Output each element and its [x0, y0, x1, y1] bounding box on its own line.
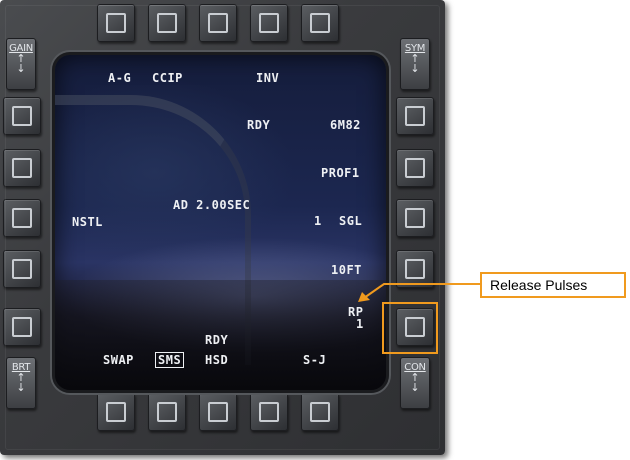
weapon-gm82-label: 6M82	[330, 118, 361, 132]
osb-13-button[interactable]	[199, 393, 237, 431]
prof1-label: PROF1	[321, 166, 360, 180]
osb-2-button[interactable]	[148, 4, 186, 42]
osb-18-button[interactable]	[3, 199, 41, 237]
arrow-down-icon: ↓	[410, 62, 420, 75]
callout-text: Release Pulses	[490, 277, 588, 293]
con-rocker[interactable]: CON ↑ ↓	[400, 357, 430, 409]
osb-11-button[interactable]	[301, 393, 339, 431]
osb-highlight-box	[382, 302, 438, 354]
selective-jettison-label: S-J	[303, 353, 327, 367]
osb-17-button[interactable]	[3, 250, 41, 288]
release-pulses-value: 1	[356, 317, 364, 331]
nstl-label: NSTL	[72, 215, 103, 229]
osb-19-button[interactable]	[3, 149, 41, 187]
sms-page-label: SMS	[155, 352, 185, 368]
sgl-quantity-label: 1	[314, 214, 322, 228]
osb-20-button[interactable]	[3, 97, 41, 135]
callout-leader-arrow	[358, 283, 482, 302]
osb-4-button[interactable]	[250, 4, 288, 42]
osb-3-button[interactable]	[199, 4, 237, 42]
osb-15-button[interactable]	[97, 393, 135, 431]
rdy-bottom-label: RDY	[205, 333, 229, 347]
osb-12-button[interactable]	[250, 393, 288, 431]
osb-6-button[interactable]	[396, 97, 434, 135]
arming-delay-label: AD 2.00SEC	[173, 198, 251, 212]
swap-label: SWAP	[103, 353, 134, 367]
brt-rocker[interactable]: BRT ↑ ↓	[6, 357, 36, 409]
osb-7-button[interactable]	[396, 149, 434, 187]
release-spacing-label: 10FT	[331, 263, 362, 277]
arrow-down-icon: ↓	[16, 62, 26, 75]
osb-8-button[interactable]	[396, 199, 434, 237]
rdy-top-label: RDY	[247, 118, 271, 132]
mode-ag-label: A-G	[108, 71, 132, 85]
sgl-label: SGL	[339, 214, 363, 228]
sym-rocker[interactable]: SYM ↑ ↓	[400, 38, 430, 90]
mfd-bezel: GAIN ↑ ↓ SYM ↑ ↓ BRT ↑ ↓ CON ↑ ↓ A-G CCI…	[0, 0, 445, 455]
arrow-down-icon: ↓	[410, 381, 420, 394]
arrow-down-icon: ↓	[16, 381, 26, 394]
osb-1-button[interactable]	[97, 4, 135, 42]
release-pulses-callout: Release Pulses	[480, 272, 626, 298]
hsd-label: HSD	[205, 353, 229, 367]
mfd-display: A-G CCIP INV RDY 6M82 PROF1 AD 2.00SEC N…	[52, 52, 389, 393]
ccip-label: CCIP	[152, 71, 183, 85]
osb-14-button[interactable]	[148, 393, 186, 431]
gain-rocker[interactable]: GAIN ↑ ↓	[6, 38, 36, 90]
osb-16-button[interactable]	[3, 308, 41, 346]
inv-label: INV	[256, 71, 280, 85]
osb-5-button[interactable]	[301, 4, 339, 42]
